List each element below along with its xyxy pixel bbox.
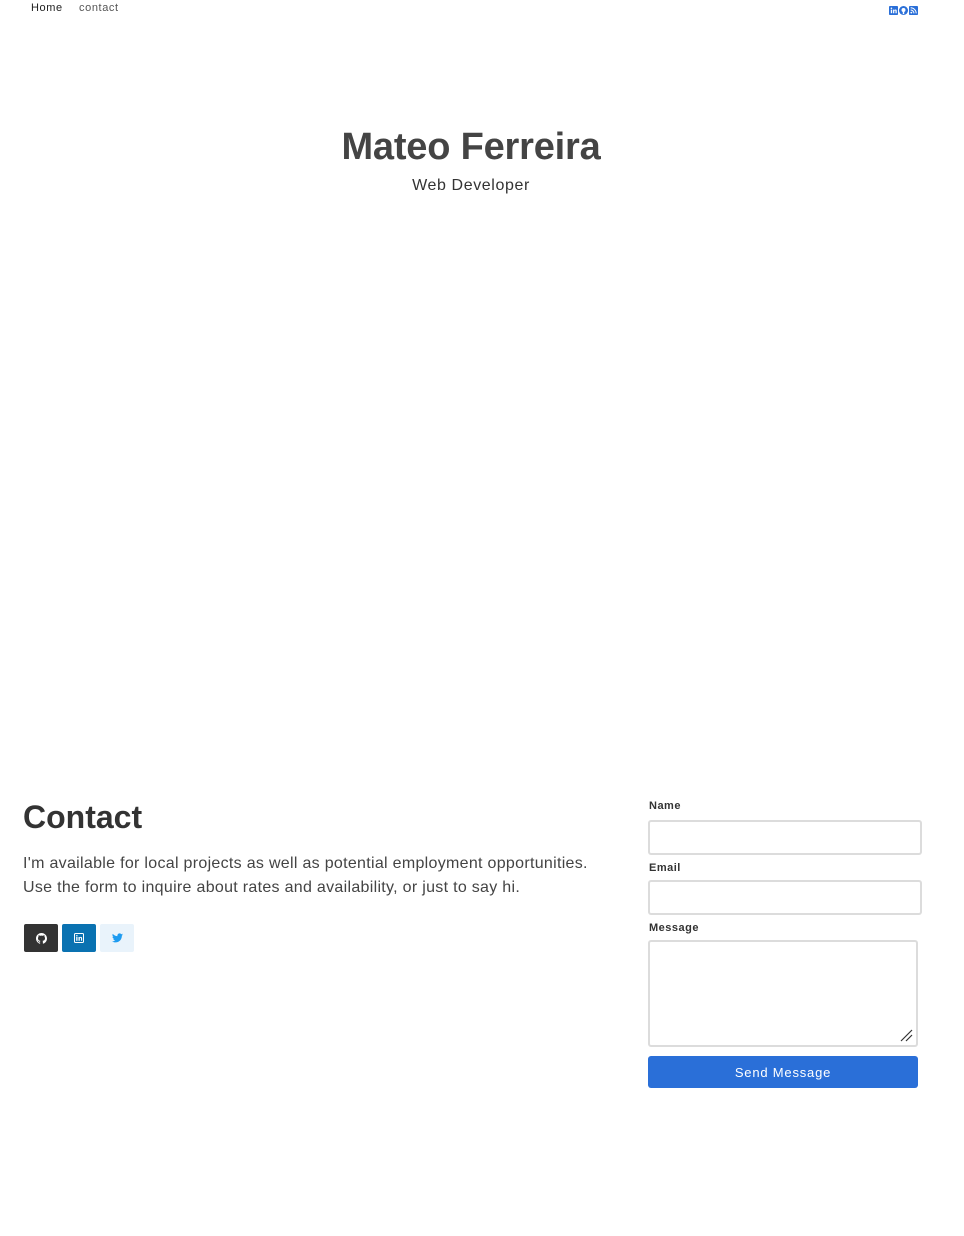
- top-nav: Home contact: [0, 0, 964, 18]
- linkedin-button[interactable]: [62, 924, 96, 952]
- header-social-links: [889, 2, 918, 15]
- message-label: Message: [649, 922, 699, 934]
- send-message-button[interactable]: Send Message: [648, 1056, 918, 1088]
- contact-description: I'm available for local projects as well…: [23, 855, 588, 896]
- name-label: Name: [649, 800, 681, 812]
- resize-handle-icon[interactable]: [899, 1028, 913, 1042]
- page-title: Mateo Ferreira: [341, 126, 601, 168]
- twitter-icon: [111, 933, 123, 943]
- social-buttons: [24, 924, 134, 952]
- rss-icon[interactable]: [909, 2, 918, 15]
- github-icon: [35, 932, 47, 944]
- message-field[interactable]: [648, 940, 918, 1047]
- twitter-button[interactable]: [100, 924, 134, 952]
- contact-heading: Contact: [23, 799, 143, 835]
- name-field[interactable]: [648, 820, 922, 855]
- nav-contact-link[interactable]: contact: [79, 2, 119, 14]
- email-field[interactable]: [648, 880, 922, 915]
- email-label: Email: [649, 862, 681, 874]
- page-subtitle: Web Developer: [412, 177, 530, 194]
- linkedin-icon[interactable]: [889, 2, 898, 15]
- linkedin-icon: [74, 933, 84, 943]
- nav-home-link[interactable]: Home: [31, 2, 63, 14]
- github-icon[interactable]: [899, 2, 908, 15]
- github-button[interactable]: [24, 924, 58, 952]
